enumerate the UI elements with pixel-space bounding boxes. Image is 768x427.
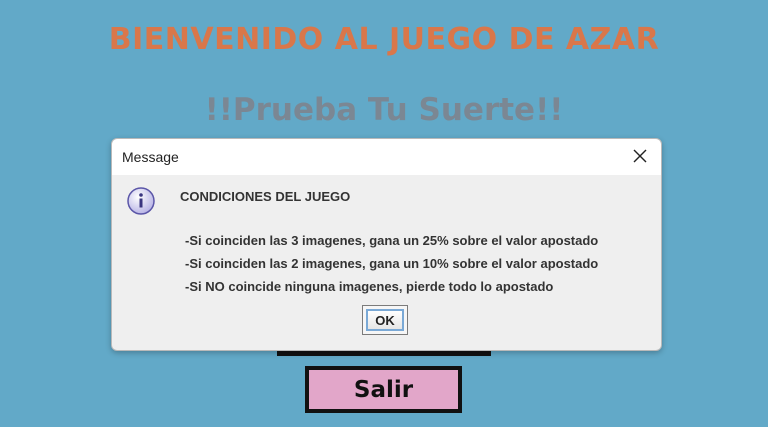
rule-three-match: -Si coinciden las 3 imagenes, gana un 25…	[185, 233, 599, 248]
exit-button[interactable]: Salir	[305, 366, 462, 413]
message-dialog: Message CONDICIONES DEL JUEGO -Si coinci…	[111, 138, 662, 351]
ok-button-label: OK	[366, 309, 404, 331]
dialog-titlebar[interactable]: Message	[112, 139, 661, 175]
close-icon[interactable]	[631, 147, 649, 165]
rule-no-match: -Si NO coincide ninguna imagenes, pierde…	[185, 279, 554, 294]
info-icon	[126, 186, 156, 216]
rule-two-match: -Si coinciden las 2 imagenes, gana un 10…	[185, 256, 599, 271]
page-title: BIENVENIDO AL JUEGO DE AZAR	[108, 22, 660, 57]
ok-button[interactable]: OK	[362, 305, 408, 335]
dialog-heading: CONDICIONES DEL JUEGO	[180, 189, 351, 204]
dialog-title: Message	[122, 149, 179, 165]
page-subtitle: !!Prueba Tu Suerte!!	[204, 92, 564, 128]
